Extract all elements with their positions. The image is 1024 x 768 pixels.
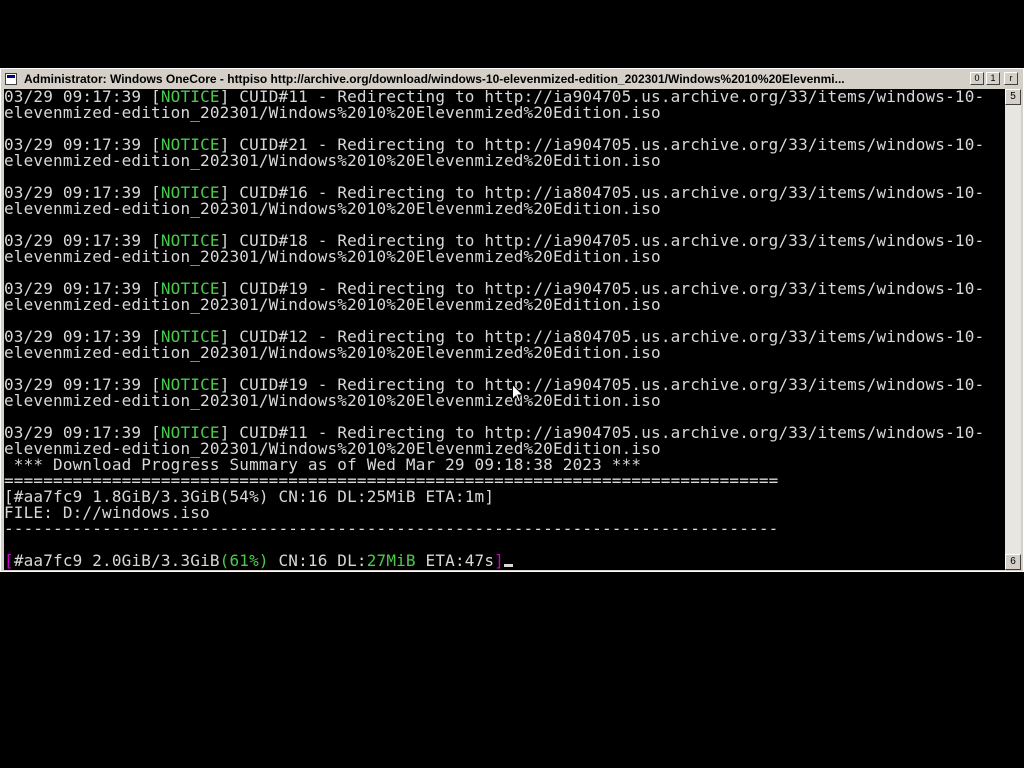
log-line-continuation: elevenmized-edition_202301/Windows%2010%… xyxy=(4,343,661,362)
log-entries: 03/29 09:17:39 [NOTICE] CUID#11 - Redire… xyxy=(4,89,1005,457)
summary-separator-single: ----------------------------------------… xyxy=(4,519,779,538)
app-system-icon[interactable] xyxy=(5,73,17,85)
log-line-continuation: elevenmized-edition_202301/Windows%2010%… xyxy=(4,151,661,170)
log-line-continuation: elevenmized-edition_202301/Windows%2010%… xyxy=(4,103,661,122)
maximize-button[interactable]: 1 xyxy=(986,72,1000,85)
status-gid-size: #aa7fc9 2.0GiB/3.3GiB xyxy=(13,551,220,570)
status-open-bracket: [ xyxy=(4,551,14,570)
log-line-continuation: elevenmized-edition_202301/Windows%2010%… xyxy=(4,199,661,218)
scroll-down-arrow-icon[interactable]: 6 xyxy=(1005,554,1021,570)
log-line-continuation: elevenmized-edition_202301/Windows%2010%… xyxy=(4,295,661,314)
log-line-continuation: elevenmized-edition_202301/Windows%2010%… xyxy=(4,391,661,410)
status-eta: ETA:47s xyxy=(415,551,495,570)
vertical-scrollbar[interactable]: 5 6 xyxy=(1005,89,1021,570)
status-close-bracket: ] xyxy=(494,551,504,570)
scroll-up-arrow-icon[interactable]: 5 xyxy=(1005,89,1021,105)
status-percent: (61%) xyxy=(219,551,269,570)
status-cn-dl: CN:16 DL: xyxy=(268,551,367,570)
window-title: Administrator: Windows OneCore - httpiso… xyxy=(24,72,845,86)
console-window[interactable]: Administrator: Windows OneCore - httpiso… xyxy=(0,68,1024,572)
title-bar[interactable]: Administrator: Windows OneCore - httpiso… xyxy=(2,70,1022,88)
status-line: [#aa7fc9 2.0GiB/3.3GiB(61%) CN:16 DL:27M… xyxy=(4,553,1005,569)
text-cursor xyxy=(503,564,513,567)
minimize-button[interactable]: 0 xyxy=(970,72,984,85)
log-line-continuation: elevenmized-edition_202301/Windows%2010%… xyxy=(4,247,661,266)
mouse-pointer-icon xyxy=(512,384,524,403)
status-speed: 27MiB xyxy=(366,551,416,570)
close-button[interactable]: r xyxy=(1004,72,1018,85)
console-output[interactable]: 03/29 09:17:39 [NOTICE] CUID#11 - Redire… xyxy=(4,89,1005,570)
